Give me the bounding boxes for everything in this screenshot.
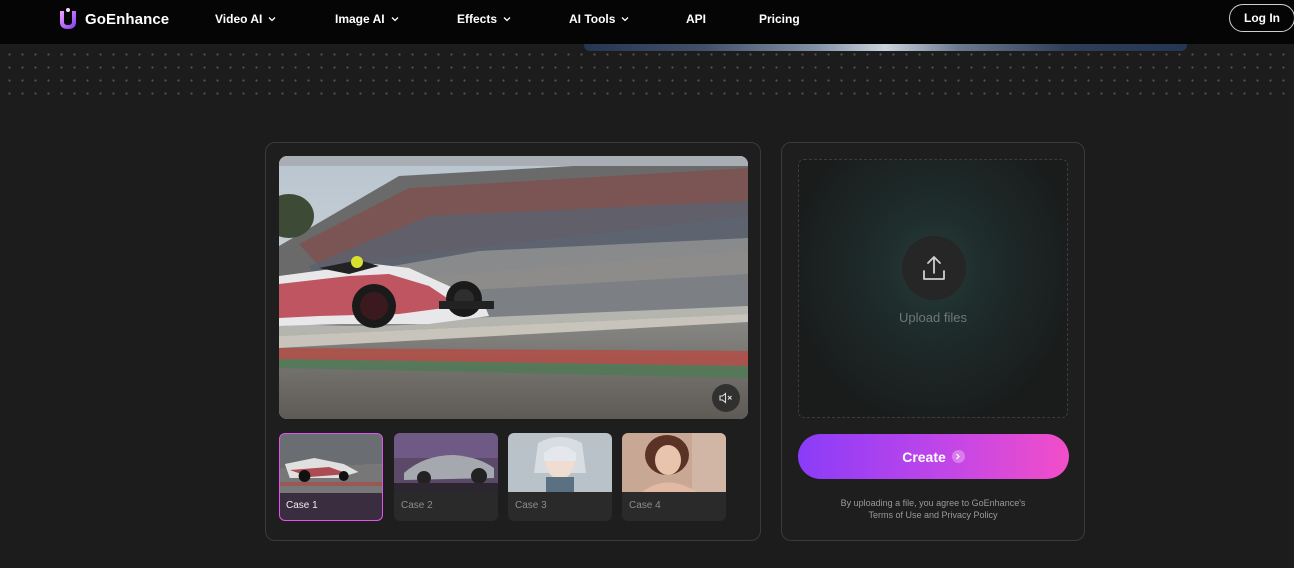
case-4-thumbnail[interactable]: Case 4 [622,433,726,521]
upload-button[interactable] [902,236,966,300]
upload-icon [923,256,945,280]
case-1-thumbnail[interactable]: Case 1 [279,433,383,521]
speaker-muted-icon [719,392,732,404]
terms-line-1: By uploading a file, you agree to GoEnha… [840,498,1026,508]
nav-item-label: Video AI [215,12,263,26]
nav-item-api[interactable]: API [686,11,706,27]
case-label: Case 4 [629,500,661,511]
brand-name: GoEnhance [85,10,170,28]
case-2-thumbnail[interactable]: Case 2 [394,433,498,521]
case-4-image [622,433,726,492]
race-car-video-frame [279,156,748,419]
terms-notice: By uploading a file, you agree to GoEnha… [782,497,1084,521]
case-label: Case 3 [515,500,547,511]
mute-button[interactable] [712,384,740,412]
goenhance-logo-icon [57,7,79,31]
case-label: Case 2 [401,500,433,511]
example-preview-panel: Case 1 Case 2 Case 3 Case 4 [265,142,761,541]
login-button[interactable]: Log In [1229,4,1294,32]
terms-line-2[interactable]: Terms of Use and Privacy Policy [782,509,1084,521]
chevron-down-icon [268,17,276,22]
upload-panel: Upload files Create By uploading a file,… [781,142,1085,541]
upload-label: Upload files [899,310,967,325]
upload-dropzone[interactable]: Upload files [798,159,1068,418]
chevron-right-icon [951,450,965,463]
nav-item-pricing[interactable]: Pricing [759,11,800,27]
nav-item-label: Image AI [335,12,385,26]
chevron-down-icon [503,17,511,22]
top-nav: GoEnhance Video AI Image AI Effects AI T… [0,0,1294,44]
nav-item-label: AI Tools [569,12,616,26]
nav-item-image-ai[interactable]: Image AI [335,11,399,27]
nav-item-label: Effects [457,12,498,26]
case-3-thumbnail[interactable]: Case 3 [508,433,612,521]
create-button[interactable]: Create [798,434,1069,479]
nav-item-ai-tools[interactable]: AI Tools [569,11,629,27]
create-button-label: Create [902,448,946,465]
nav-item-label: API [686,12,707,26]
case-3-image [508,433,612,492]
nav-item-label: Pricing [759,12,800,26]
brand-logo[interactable]: GoEnhance [57,7,169,31]
case-1-image [280,434,382,493]
nav-item-effects[interactable]: Effects [457,11,511,27]
chevron-down-icon [391,17,399,22]
dot-pattern-decoration [0,44,1294,96]
example-video[interactable] [279,156,748,419]
nav-item-video-ai[interactable]: Video AI [215,11,276,27]
case-2-image [394,433,498,492]
chevron-down-icon [621,17,629,22]
case-label: Case 1 [286,500,318,511]
